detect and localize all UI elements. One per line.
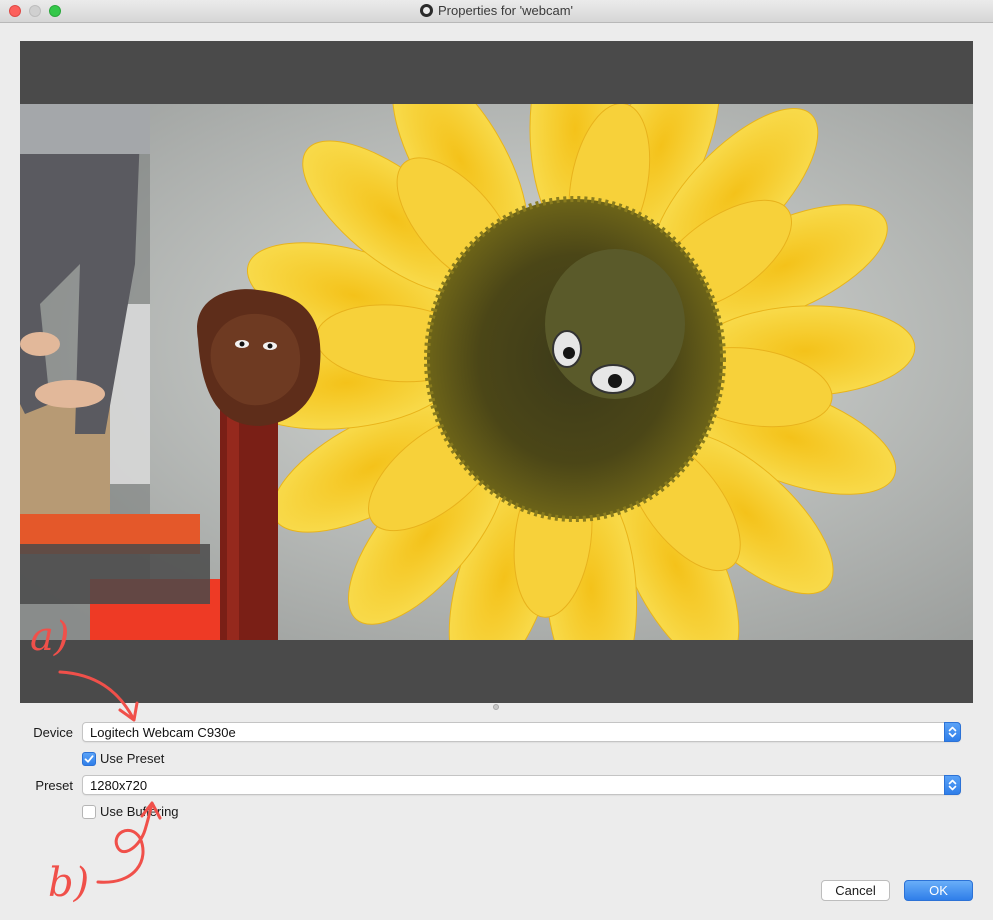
obs-logo-icon	[419, 4, 433, 17]
preset-label: Preset	[35, 778, 73, 793]
title-bar: Properties for 'webcam'	[0, 0, 993, 23]
use-buffering-label[interactable]: Use Buffering	[100, 804, 179, 819]
ok-button[interactable]: OK	[904, 880, 973, 901]
use-buffering-checkbox[interactable]	[82, 805, 96, 819]
use-preset-label[interactable]: Use Preset	[100, 751, 164, 766]
device-label: Device	[33, 725, 73, 740]
device-select-stepper-icon[interactable]	[944, 722, 961, 742]
webcam-image	[20, 104, 973, 640]
window-title-container: Properties for 'webcam'	[0, 3, 993, 18]
preview-splitter-handle[interactable]	[493, 704, 499, 710]
webcam-preview	[20, 41, 973, 703]
properties-window: Properties for 'webcam' Device Logitech …	[0, 0, 993, 920]
device-select-value: Logitech Webcam C930e	[90, 725, 236, 740]
cancel-button[interactable]: Cancel	[821, 880, 890, 901]
window-title: Properties for 'webcam'	[437, 3, 573, 18]
up-down-chevron-icon	[948, 726, 957, 738]
webcam-video-frame	[20, 104, 973, 640]
use-preset-checkbox[interactable]	[82, 752, 96, 766]
preset-select-stepper-icon[interactable]	[944, 775, 961, 795]
up-down-chevron-icon	[948, 779, 957, 791]
preset-select-value: 1280x720	[90, 778, 148, 793]
annotation-a-arrowhead	[118, 701, 139, 722]
annotation-b-label: b)	[48, 860, 89, 906]
device-select[interactable]: Logitech Webcam C930e	[82, 722, 961, 742]
preset-select[interactable]: 1280x720	[82, 775, 961, 795]
checkmark-icon	[84, 755, 94, 763]
